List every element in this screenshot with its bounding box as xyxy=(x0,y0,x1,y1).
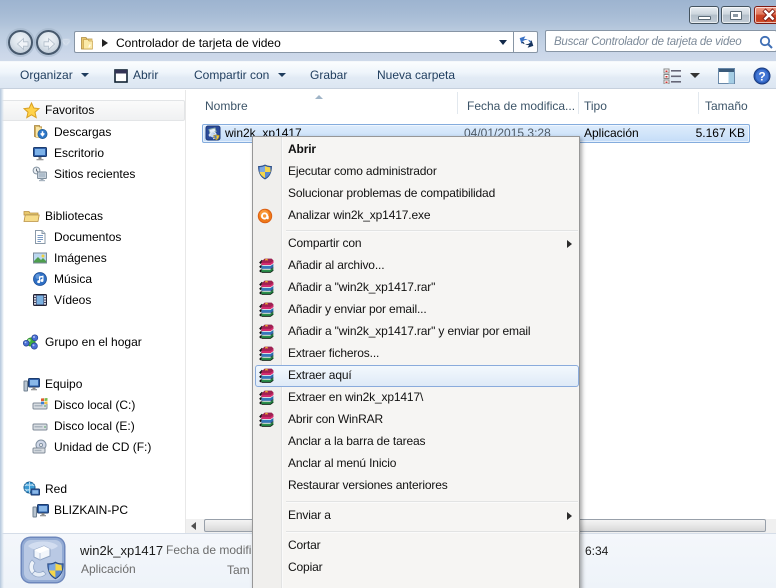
svg-text:?: ? xyxy=(758,70,765,84)
